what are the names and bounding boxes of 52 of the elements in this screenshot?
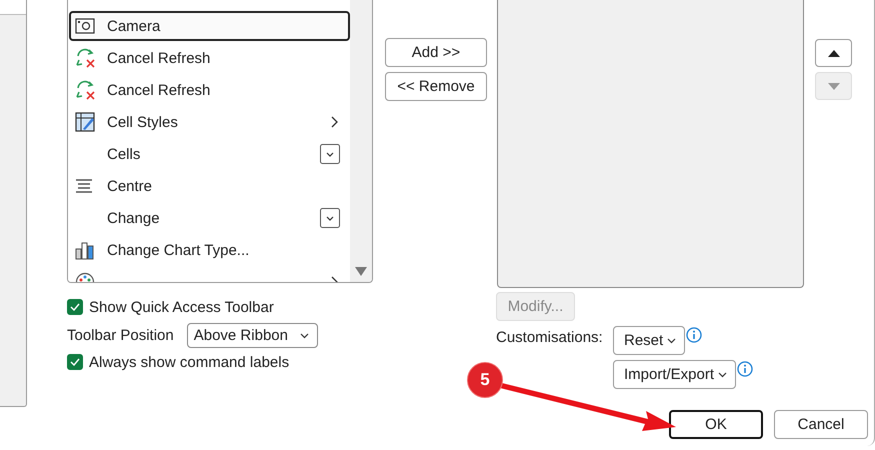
command-item[interactable]: Cell Styles (69, 107, 350, 137)
align-centre-icon (75, 178, 93, 194)
command-label: Change Chart Type... (107, 242, 250, 258)
chevron-down-icon (300, 332, 309, 338)
step-badge: 5 (467, 362, 503, 398)
camera-icon (75, 18, 95, 34)
triangle-down-icon (828, 82, 840, 90)
move-up-button[interactable] (815, 39, 852, 67)
command-label: Cancel Refresh (107, 50, 212, 66)
menu-button[interactable]: Reset (613, 326, 686, 355)
ok-button[interactable]: OK (669, 410, 763, 439)
command-item[interactable]: Cancel Refresh (69, 75, 350, 105)
position-dropdown[interactable]: Above Ribbon (186, 323, 318, 348)
command-item[interactable]: Camera (69, 11, 350, 41)
refresh-cancel-icon (75, 80, 97, 100)
command-item[interactable]: Cells (69, 139, 350, 169)
customisations-label: Customisations: (496, 328, 604, 348)
bar-chart-icon (75, 240, 95, 260)
command-item[interactable]: Centre (69, 171, 350, 201)
command-item[interactable]: Cancel Refresh (69, 43, 350, 73)
scroll-down-icon[interactable] (355, 267, 367, 276)
field-label: Toolbar Position (67, 327, 174, 344)
input-field[interactable] (0, 0, 26, 15)
command-item[interactable]: Change (69, 203, 350, 233)
refresh-cancel-icon (75, 48, 97, 68)
checkbox[interactable] (67, 354, 83, 370)
triangle-up-icon (828, 50, 840, 56)
checkbox[interactable] (67, 299, 83, 315)
scroll-bar[interactable] (350, 0, 372, 282)
command-item[interactable]: Change Chart Type... (69, 235, 350, 265)
checkmark-icon (70, 358, 80, 366)
command-label: Cells (107, 146, 142, 162)
dropdown-icon (320, 208, 340, 228)
info-icon[interactable] (686, 327, 702, 343)
chevron-down-icon (718, 372, 728, 378)
cancel-button[interactable]: Cancel (774, 410, 868, 439)
command-label: Centre (107, 178, 154, 194)
move-button[interactable]: Add >> (385, 38, 487, 67)
chevron-down-icon (667, 338, 676, 344)
command-label: Cell Styles (107, 114, 179, 130)
checkmark-icon (70, 303, 80, 311)
info-icon[interactable] (737, 361, 754, 377)
command-label: Change (107, 210, 161, 226)
menu-button[interactable]: Import/Export (613, 360, 736, 389)
checkbox-label: Show Quick Access Toolbar (89, 298, 274, 316)
cell-styles-icon (75, 112, 95, 132)
dropdown-icon (320, 144, 340, 164)
command-label: Cancel Refresh (107, 82, 212, 98)
command-label: Camera (107, 18, 162, 34)
checkbox-label: Always show command labels (89, 354, 290, 370)
chevron-right-icon (330, 116, 338, 128)
move-button[interactable]: << Remove (385, 72, 487, 101)
